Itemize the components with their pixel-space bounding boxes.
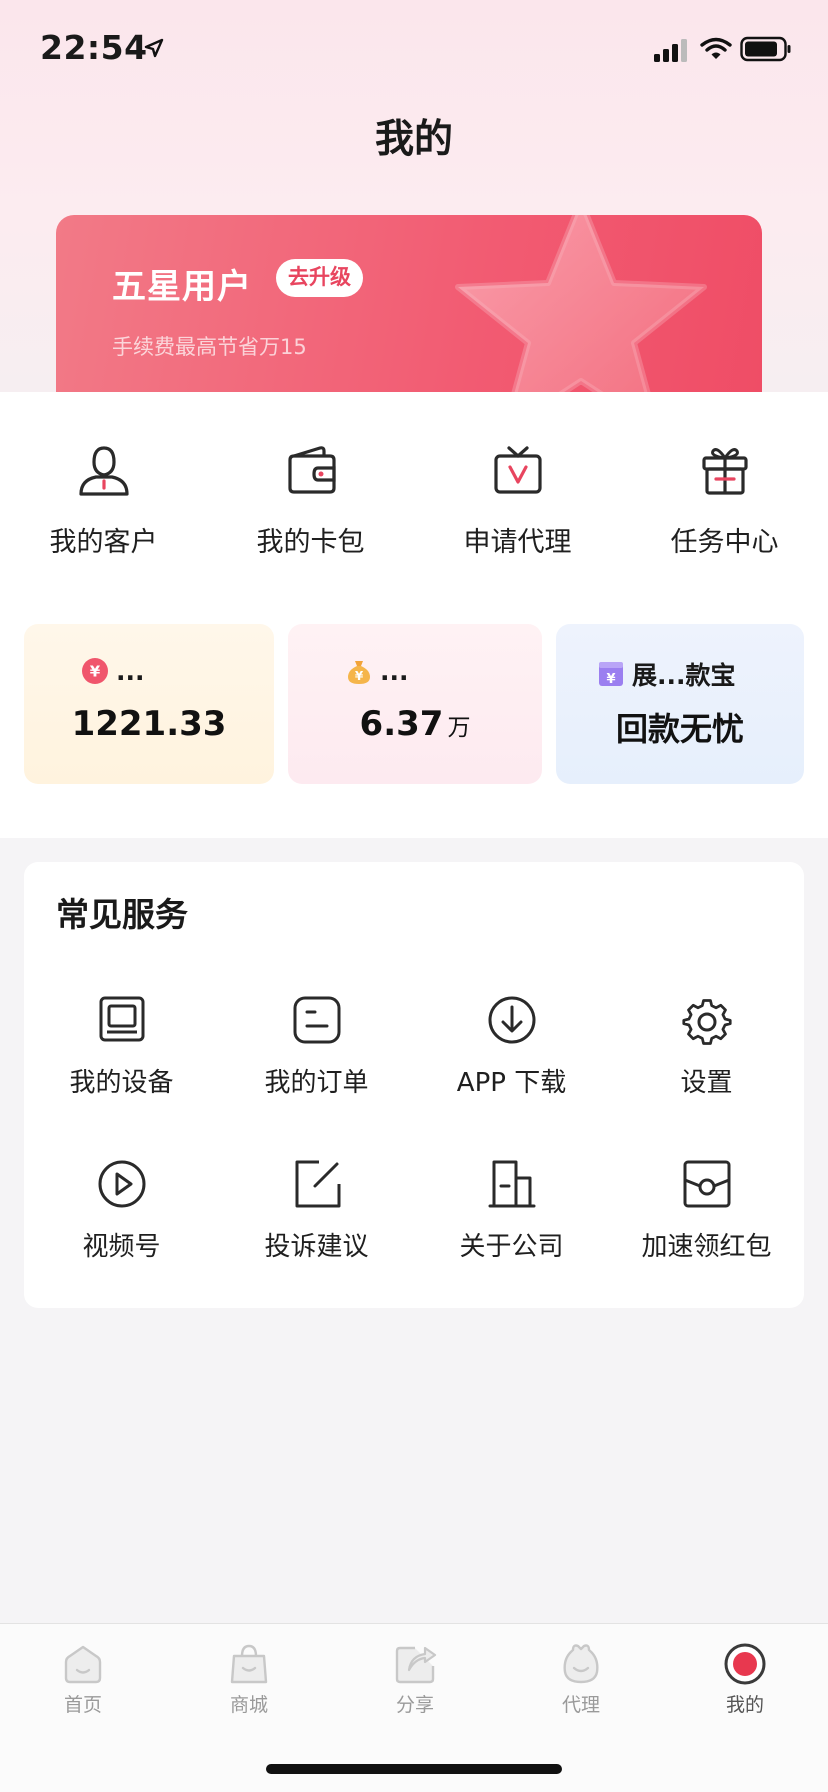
feature-card-unit: 万 xyxy=(447,715,471,741)
device-icon xyxy=(99,996,144,1042)
status-time: 22:54 xyxy=(40,28,148,67)
svg-text:¥: ¥ xyxy=(90,663,101,681)
service-label: 我的订单 xyxy=(264,1068,369,1098)
service-app-download[interactable]: APP 下载 xyxy=(414,992,609,1099)
order-icon xyxy=(293,996,340,1044)
member-benefit-text: 手续费最高节省万15 xyxy=(112,335,307,359)
home-indicator xyxy=(266,1764,562,1774)
tab-home[interactable]: 首页 xyxy=(0,1642,166,1717)
feature-card-value: 1221.33 xyxy=(71,704,227,744)
feature-card-value: 6.37 万 xyxy=(359,704,471,744)
service-my-orders[interactable]: 我的订单 xyxy=(219,992,414,1099)
tab-label: 首页 xyxy=(63,1694,102,1716)
tab-label: 我的 xyxy=(725,1694,764,1716)
tab-agent[interactable]: 代理 xyxy=(498,1642,664,1717)
service-label: 投诉建议 xyxy=(264,1232,369,1262)
service-label: 我的设备 xyxy=(69,1068,174,1098)
service-red-packet[interactable]: 加速领红包 xyxy=(609,1156,804,1263)
svg-text:¥: ¥ xyxy=(355,669,364,683)
service-label: 关于公司 xyxy=(459,1232,564,1262)
quick-action-task-center[interactable]: 任务中心 xyxy=(621,442,828,559)
member-card[interactable]: 五星用户 去升级 手续费最高节省万15 xyxy=(56,215,762,393)
agent-icon xyxy=(563,1644,599,1684)
service-label: 加速领红包 xyxy=(641,1232,772,1262)
home-icon xyxy=(64,1645,102,1684)
yuan-box-icon: ¥ xyxy=(599,662,623,687)
service-label: 设置 xyxy=(680,1068,733,1098)
battery-icon xyxy=(740,36,791,62)
page-title: 我的 xyxy=(374,117,453,162)
quick-action-my-customers[interactable]: 我的客户 xyxy=(0,442,207,559)
services-title: 常见服务 xyxy=(56,895,188,934)
feature-card-balance[interactable]: ¥ ... 1221.33 xyxy=(24,624,274,784)
tab-profile[interactable]: 我的 xyxy=(662,1642,828,1717)
customer-icon xyxy=(78,446,129,496)
service-feedback[interactable]: 投诉建议 xyxy=(219,1156,414,1263)
money-bag-icon: ¥ xyxy=(348,661,370,684)
edit-icon xyxy=(295,1160,340,1208)
feature-card-title: ... xyxy=(380,656,409,686)
shop-bag-icon xyxy=(230,1644,268,1684)
feature-card-title: ... xyxy=(116,656,145,686)
service-my-devices[interactable]: 我的设备 xyxy=(24,992,219,1099)
location-arrow-icon xyxy=(144,38,164,58)
service-about-company[interactable]: 关于公司 xyxy=(414,1156,609,1263)
status-bar: 22:54 xyxy=(0,0,828,100)
download-icon xyxy=(488,996,535,1044)
gift-icon xyxy=(701,448,748,495)
common-services-card: 常见服务 我的设备 我的订单 APP 下载 设置 视频号 投诉建议 关于公司 加… xyxy=(24,862,804,1308)
quick-action-label: 我的客户 xyxy=(49,527,158,558)
upgrade-button[interactable]: 去升级 xyxy=(276,259,363,297)
yuan-coin-icon: ¥ xyxy=(82,658,108,684)
feature-card-value: 回款无忧 xyxy=(615,710,744,748)
tab-label: 代理 xyxy=(561,1694,600,1716)
agent-apply-icon xyxy=(493,446,542,494)
quick-action-apply-agent[interactable]: 申请代理 xyxy=(414,442,621,559)
cellular-signal-icon xyxy=(654,39,687,62)
service-settings[interactable]: 设置 xyxy=(609,992,804,1099)
svg-text:¥: ¥ xyxy=(606,672,615,687)
member-level: 五星用户 xyxy=(112,267,252,307)
service-video-channel[interactable]: 视频号 xyxy=(24,1156,219,1263)
tab-shop[interactable]: 商城 xyxy=(166,1642,332,1717)
profile-icon xyxy=(724,1643,766,1685)
star-decoration-icon xyxy=(455,215,707,393)
video-play-icon xyxy=(98,1160,145,1208)
tab-label: 分享 xyxy=(395,1694,434,1716)
wifi-icon xyxy=(700,37,732,59)
service-label: 视频号 xyxy=(82,1232,161,1262)
quick-action-my-wallet[interactable]: 我的卡包 xyxy=(207,442,414,559)
feature-card-title: 展...款宝 xyxy=(632,661,736,690)
tab-label: 商城 xyxy=(229,1694,268,1716)
quick-action-label: 申请代理 xyxy=(463,527,572,558)
quick-action-label: 我的卡包 xyxy=(256,527,365,558)
wallet-icon xyxy=(287,446,336,494)
tab-share[interactable]: 分享 xyxy=(332,1642,498,1717)
gear-icon xyxy=(681,999,732,1045)
feature-card-amount[interactable]: ¥ ... 6.37 万 xyxy=(288,624,542,784)
share-icon xyxy=(395,1646,437,1684)
account-panel: 我的客户 我的卡包 申请代理 任务中心 ¥ ... 1221.33 ¥ ... … xyxy=(0,392,828,838)
building-icon xyxy=(488,1160,535,1208)
service-label: APP 下载 xyxy=(456,1068,567,1098)
feature-card-repayment[interactable]: ¥ 展...款宝 回款无忧 xyxy=(556,624,804,784)
quick-action-label: 任务中心 xyxy=(670,527,779,558)
red-packet-icon xyxy=(683,1160,730,1208)
